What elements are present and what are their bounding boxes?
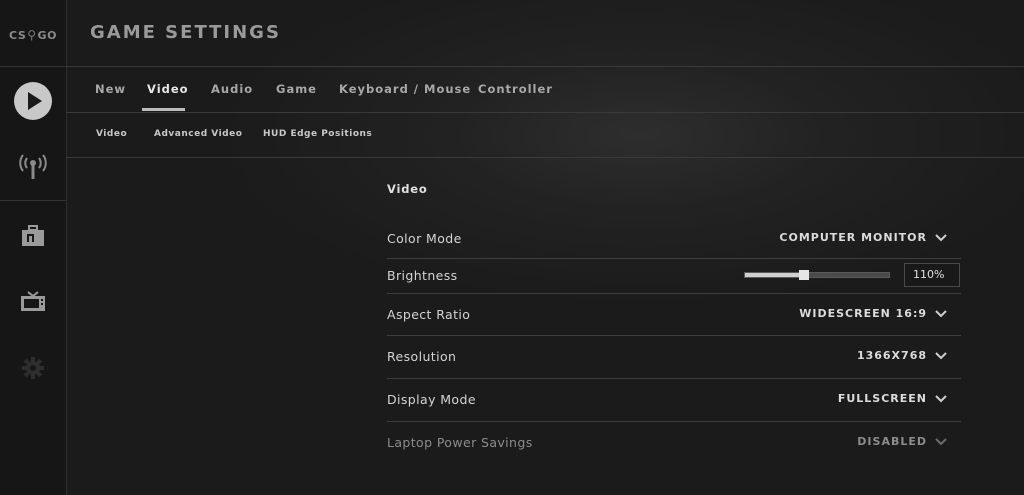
logo-figure-icon: ⚲	[27, 28, 37, 42]
setting-row-laptop-power-savings: Laptop Power Savings DISABLED	[387, 422, 961, 462]
setting-label: Color Mode	[387, 231, 462, 246]
subtab-video[interactable]: Video	[96, 129, 127, 139]
chevron-down-icon	[935, 233, 947, 242]
game-settings-screen: CS ⚲ GO GAME SETTINGS New Video Audio Ga…	[0, 0, 1024, 495]
main-tabs: New Video Audio Game Keyboard / Mouse Co…	[66, 67, 1024, 113]
inventory-button[interactable]	[0, 214, 66, 258]
display-mode-dropdown[interactable]: FULLSCREEN	[838, 392, 947, 405]
left-rail: CS ⚲ GO	[0, 0, 67, 495]
chevron-down-icon	[935, 309, 947, 318]
setting-label: Brightness	[387, 268, 458, 283]
setting-label: Aspect Ratio	[387, 307, 471, 322]
setting-label: Resolution	[387, 349, 457, 364]
dropdown-value: DISABLED	[857, 435, 927, 448]
chevron-down-icon	[935, 437, 947, 446]
tab-new[interactable]: New	[95, 82, 126, 96]
setting-row-color-mode: Color Mode COMPUTER MONITOR	[387, 220, 961, 259]
rail-divider	[0, 66, 66, 67]
setting-row-brightness: Brightness 110%	[387, 259, 961, 294]
setting-label: Laptop Power Savings	[387, 435, 533, 450]
settings-button[interactable]	[0, 346, 66, 390]
play-button[interactable]	[0, 79, 66, 123]
tab-game[interactable]: Game	[276, 82, 317, 96]
chevron-down-icon	[935, 351, 947, 360]
brightness-value-field[interactable]: 110%	[904, 263, 960, 287]
chevron-down-icon	[935, 394, 947, 403]
color-mode-dropdown[interactable]: COMPUTER MONITOR	[779, 231, 947, 244]
gear-icon	[22, 357, 44, 379]
tab-keyboard-mouse[interactable]: Keyboard / Mouse	[339, 82, 471, 96]
watch-tv-button[interactable]	[0, 280, 66, 324]
dropdown-value: COMPUTER MONITOR	[779, 231, 927, 244]
section-title: Video	[387, 182, 428, 196]
aspect-ratio-dropdown[interactable]: WIDESCREEN 16:9	[799, 307, 947, 320]
csgo-logo[interactable]: CS ⚲ GO	[0, 20, 66, 50]
page-title: GAME SETTINGS	[90, 22, 281, 43]
slider-thumb[interactable]	[799, 270, 810, 280]
subtab-hud-edge-positions[interactable]: HUD Edge Positions	[263, 129, 372, 139]
header: GAME SETTINGS	[66, 0, 1024, 67]
logo-cs-text: CS	[9, 28, 27, 42]
setting-row-display-mode: Display Mode FULLSCREEN	[387, 379, 961, 422]
briefcase-icon	[22, 225, 44, 246]
laptop-power-savings-dropdown[interactable]: DISABLED	[857, 435, 947, 448]
tab-video[interactable]: Video	[147, 82, 189, 96]
tv-icon	[21, 291, 45, 311]
setting-row-aspect-ratio: Aspect Ratio WIDESCREEN 16:9	[387, 294, 961, 336]
setting-row-resolution: Resolution 1366X768	[387, 336, 961, 379]
sub-tabs: Video Advanced Video HUD Edge Positions	[66, 113, 1024, 158]
dropdown-value: FULLSCREEN	[837, 392, 927, 405]
rail-divider	[0, 200, 66, 201]
watch-broadcast-button[interactable]	[0, 144, 66, 188]
tab-audio[interactable]: Audio	[211, 82, 253, 96]
slider-fill	[745, 273, 805, 277]
setting-label: Display Mode	[387, 392, 476, 407]
dropdown-value: WIDESCREEN 16:9	[799, 307, 927, 320]
play-icon	[14, 82, 52, 120]
subtab-advanced-video[interactable]: Advanced Video	[154, 129, 242, 139]
brightness-slider[interactable]	[744, 270, 890, 280]
dropdown-value: 1366X768	[856, 349, 927, 362]
active-tab-indicator	[142, 108, 185, 111]
tab-controller[interactable]: Controller	[478, 82, 553, 96]
resolution-dropdown[interactable]: 1366X768	[857, 349, 947, 362]
broadcast-icon	[19, 154, 47, 179]
logo-go-text: GO	[37, 28, 57, 42]
